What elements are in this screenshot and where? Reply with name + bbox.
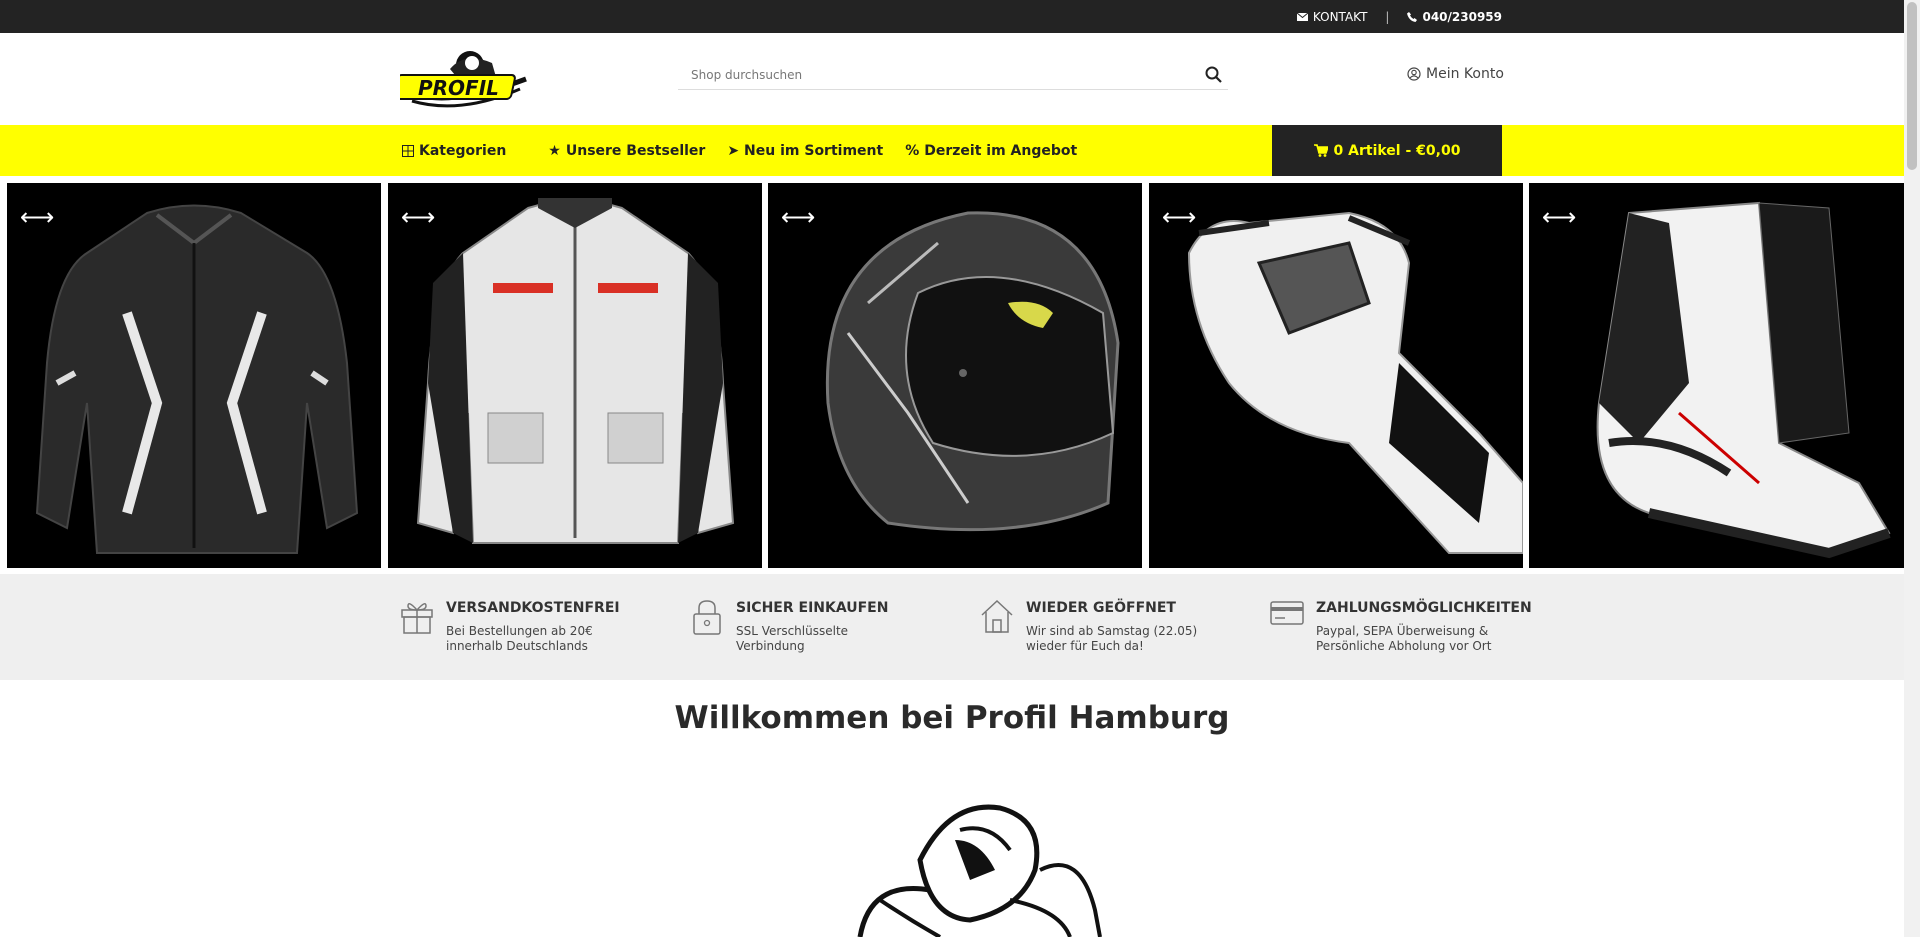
profil-logo[interactable]: PROFIL (392, 45, 528, 113)
arrow-icon: ➤ (727, 142, 740, 159)
slide-leather-jacket[interactable]: ⟷ (7, 183, 381, 568)
nav-item-bestseller[interactable]: ★ Unsere Bestseller (548, 143, 705, 159)
scrollbar-thumb[interactable] (1907, 2, 1917, 170)
slide-glove[interactable]: ⟷ (1149, 183, 1523, 568)
feature-shipping: VERSANDKOSTENFREI Bei Bestellungen ab 20… (400, 598, 636, 654)
star-icon: ★ (548, 142, 561, 159)
nav-item-label: Unsere Bestseller (565, 142, 706, 159)
envelope-icon (1296, 12, 1308, 21)
contact-link[interactable]: KONTAKT (1296, 9, 1368, 24)
feature-title: SICHER EINKAUFEN (736, 600, 889, 616)
top-bar: KONTAKT | 040/230959 (0, 0, 1904, 33)
cart-button[interactable]: 0 Artikel - €0,00 (1272, 125, 1502, 176)
page-scrollbar[interactable] (1904, 0, 1920, 937)
user-circle-icon (1407, 67, 1421, 81)
nav-item-label: Neu im Sortiment (744, 142, 884, 159)
nav-item-neu[interactable]: ➤ Neu im Sortiment (727, 143, 883, 159)
glove-image (1187, 211, 1523, 554)
product-slider: ⟷ ⟷ ⟷ ⟷ ⟷ (0, 176, 1904, 574)
rider-illustration (820, 800, 1105, 937)
feature-secure: SICHER EINKAUFEN SSL Verschlüsselte Verb… (690, 598, 926, 654)
drag-arrow-icon: ⟷ (1162, 203, 1197, 231)
lock-icon (693, 600, 721, 635)
feature-open: WIEDER GEÖFFNET Wir sind ab Samstag (22.… (980, 598, 1216, 654)
leather-jacket-image (35, 204, 359, 554)
cart-label: 0 Artikel - €0,00 (1333, 142, 1461, 159)
account-link[interactable]: Mein Konto (1407, 66, 1504, 82)
gift-icon (401, 603, 433, 634)
feature-text-line2: wieder für Euch da! (1026, 639, 1144, 653)
topbar-separator: | (1385, 9, 1390, 24)
phone-number: 040/230959 (1422, 9, 1502, 24)
drag-arrow-icon: ⟷ (401, 203, 436, 231)
drag-arrow-icon: ⟷ (781, 203, 816, 231)
grid-icon (402, 144, 414, 157)
feature-text-line2: Verbindung (736, 639, 805, 653)
account-label: Mein Konto (1426, 66, 1504, 82)
feature-text-line2: Persönliche Abholung vor Ort (1316, 639, 1492, 653)
slide-boots[interactable]: ⟷ (1529, 183, 1904, 568)
nav-item-kategorien[interactable]: Kategorien (402, 143, 506, 159)
percent-icon: % (905, 142, 920, 159)
phone-link[interactable]: 040/230959 (1407, 10, 1502, 24)
feature-text-line1: Wir sind ab Samstag (22.05) (1026, 624, 1198, 638)
helmet-image (825, 211, 1120, 532)
nav-item-label: Kategorien (419, 142, 507, 159)
feature-text-line1: SSL Verschlüsselte (736, 624, 849, 638)
credit-card-icon (1270, 601, 1304, 625)
logo-text: PROFIL (418, 76, 499, 100)
feature-text-line2: innerhalb Deutschlands (446, 639, 588, 653)
search-icon[interactable] (1198, 66, 1228, 83)
features-bar: VERSANDKOSTENFREI Bei Bestellungen ab 20… (0, 574, 1904, 680)
contact-label: KONTAKT (1312, 9, 1368, 24)
nav-item-label: Derzeit im Angebot (924, 142, 1078, 159)
drag-arrow-icon: ⟷ (1542, 203, 1577, 231)
feature-text-line1: Bei Bestellungen ab 20€ (446, 624, 593, 638)
main-nav: Kategorien ★ Unsere Bestseller ➤ Neu im … (0, 125, 1904, 176)
boots-image (1596, 201, 1891, 559)
welcome-heading: Willkommen bei Profil Hamburg (674, 700, 1230, 736)
slide-helmet[interactable]: ⟷ (768, 183, 1142, 568)
phone-icon (1407, 11, 1418, 22)
search-bar (678, 60, 1228, 90)
site-header: PROFIL Mein Konto (0, 33, 1904, 125)
home-icon (981, 599, 1013, 633)
search-input[interactable] (678, 67, 1198, 82)
feature-title: WIEDER GEÖFFNET (1026, 600, 1176, 616)
feature-title: ZAHLUNGSMÖGLICHKEITEN (1316, 600, 1532, 616)
drag-arrow-icon: ⟷ (20, 203, 55, 231)
nav-item-angebot[interactable]: % Derzeit im Angebot (905, 143, 1077, 159)
slide-textile-jacket[interactable]: ⟷ (388, 183, 762, 568)
feature-payment: ZAHLUNGSMÖGLICHKEITEN Paypal, SEPA Überw… (1270, 598, 1532, 654)
textile-jacket-image (416, 198, 735, 544)
feature-text-line1: Paypal, SEPA Überweisung & (1316, 624, 1489, 638)
shopping-cart-icon (1313, 144, 1328, 157)
feature-title: VERSANDKOSTENFREI (446, 600, 620, 616)
